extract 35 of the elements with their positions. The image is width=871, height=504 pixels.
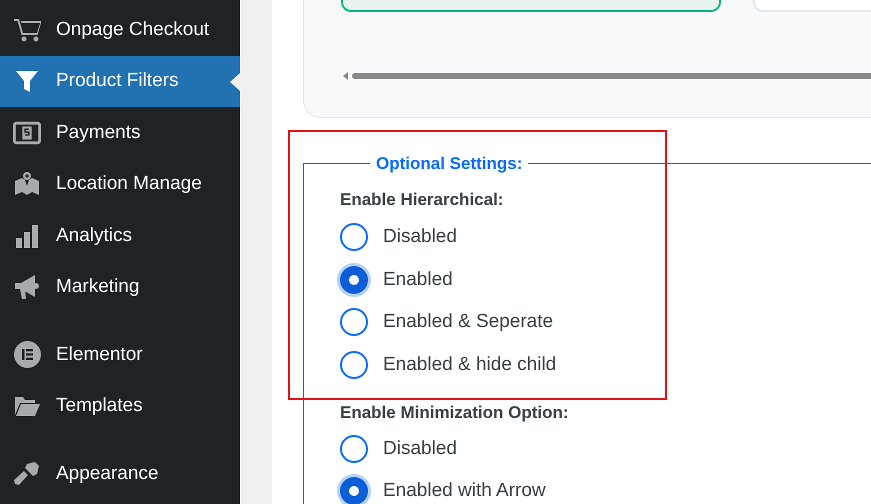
paintbrush-icon — [13, 460, 41, 488]
sidebar-item[interactable]: Payments — [0, 107, 240, 158]
sidebar-item[interactable]: Location Manage — [0, 158, 240, 210]
folder-icon — [14, 395, 40, 418]
cart-icon — [13, 16, 41, 43]
group-label: Enable Minimization Option: — [340, 402, 570, 424]
radio-button[interactable] — [340, 308, 368, 336]
radio-button[interactable] — [340, 477, 368, 504]
map-pin-icon — [14, 171, 40, 198]
dollar-bill-icon — [13, 120, 41, 145]
option-label: Enabled & Seperate — [383, 310, 554, 334]
option-label: Enabled with Arrow — [383, 479, 546, 503]
option-label: Enabled & hide child — [383, 352, 556, 376]
sidebar-item[interactable]: Analytics — [0, 210, 240, 262]
option-label: Enabled — [383, 268, 453, 292]
funnel-icon — [14, 68, 40, 94]
megaphone-icon — [13, 273, 41, 302]
sidebar-item[interactable]: Appearance — [0, 448, 240, 500]
sidebar-item[interactable]: Marketing — [0, 262, 240, 313]
sidebar-item[interactable]: Elementor — [0, 329, 240, 380]
scrollbar-thumb[interactable] — [352, 73, 871, 79]
radio-button[interactable] — [340, 223, 368, 252]
radio-button[interactable] — [340, 434, 368, 463]
group-label: Enable Hierarchical: — [340, 188, 504, 210]
fieldset-legend: Optional Settings: — [370, 151, 528, 176]
sidebar-item[interactable]: Onpage Checkout — [0, 4, 240, 56]
option-label: Disabled — [383, 436, 457, 460]
bar-chart-icon — [14, 224, 40, 248]
scroll-left-icon — [343, 72, 348, 80]
elementor-icon — [14, 341, 40, 368]
radio-button[interactable] — [340, 350, 368, 379]
option-label: Disabled — [383, 225, 457, 249]
sidebar-item[interactable]: Templates — [0, 380, 240, 432]
sidebar-item[interactable]: Product Filters — [0, 56, 240, 107]
radio-button[interactable] — [340, 266, 368, 294]
